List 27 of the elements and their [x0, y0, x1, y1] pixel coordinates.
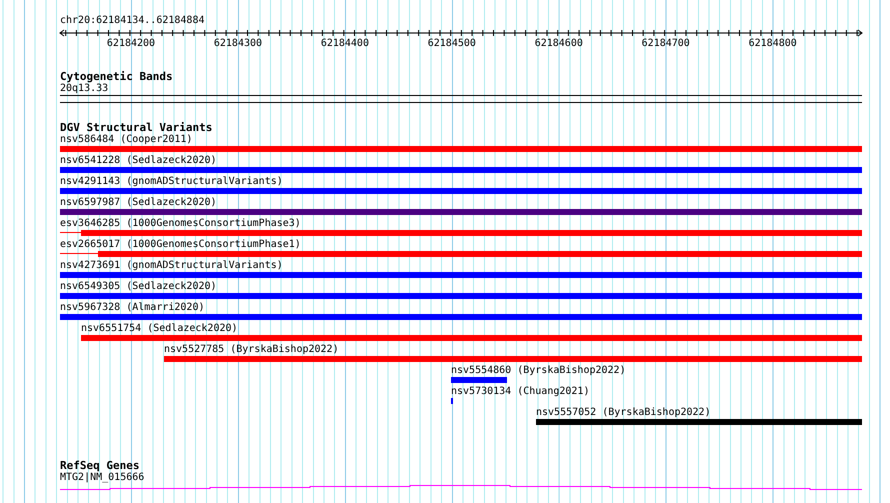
ruler-tick-label: 62184600: [534, 38, 583, 49]
variant-label: nsv4291143 (gnomADStructuralVariants): [60, 176, 284, 188]
ruler-tick-label: 62184200: [106, 38, 156, 49]
variant-label: nsv586484 (Cooper2011): [60, 134, 194, 146]
variant-label: nsv4273691 (gnomADStructuralVariants): [60, 260, 284, 272]
variant-label: nsv5554860 (ByrskaBishop2022): [450, 364, 627, 376]
ruler-tick-label: 62184700: [642, 38, 690, 49]
band-label: 20q13.33: [60, 83, 110, 95]
track-title: DGV Structural Variants: [60, 122, 214, 134]
gene-label: MTG2|NM_015666: [60, 472, 146, 484]
ruler-tick-label: 62184500: [428, 38, 476, 49]
variant-label: esv2665017 (1000GenomesConsortiumPhase1): [60, 238, 302, 250]
ruler-tick-label: 62184400: [320, 38, 369, 49]
variant-label: nsv5557052 (ByrskaBishop2022): [535, 406, 712, 418]
variant-label: nsv5730134 (Chuang2021): [450, 386, 590, 398]
variant-label: nsv5967328 (Almarri2020): [60, 302, 206, 314]
variant-label: nsv6549305 (Sedlazeck2020): [60, 280, 218, 292]
ruler-tick-label: 62184300: [214, 38, 262, 49]
position-label: chr20:62184134..62184884: [60, 15, 206, 27]
variant-label: nsv5527785 (ByrskaBishop2022): [163, 344, 340, 356]
variant-label: nsv6551754 (Sedlazeck2020): [80, 322, 239, 334]
track-title: RefSeq Genes: [60, 460, 140, 472]
variant-label: esv3646285 (1000GenomesConsortiumPhase3): [60, 218, 302, 230]
track-title: Cytogenetic Bands: [60, 71, 174, 83]
variant-label: nsv6541228 (Sedlazeck2020): [60, 154, 218, 166]
ruler-tick-label: 62184800: [748, 38, 797, 49]
variant-label: nsv6597987 (Sedlazeck2020): [60, 196, 218, 208]
